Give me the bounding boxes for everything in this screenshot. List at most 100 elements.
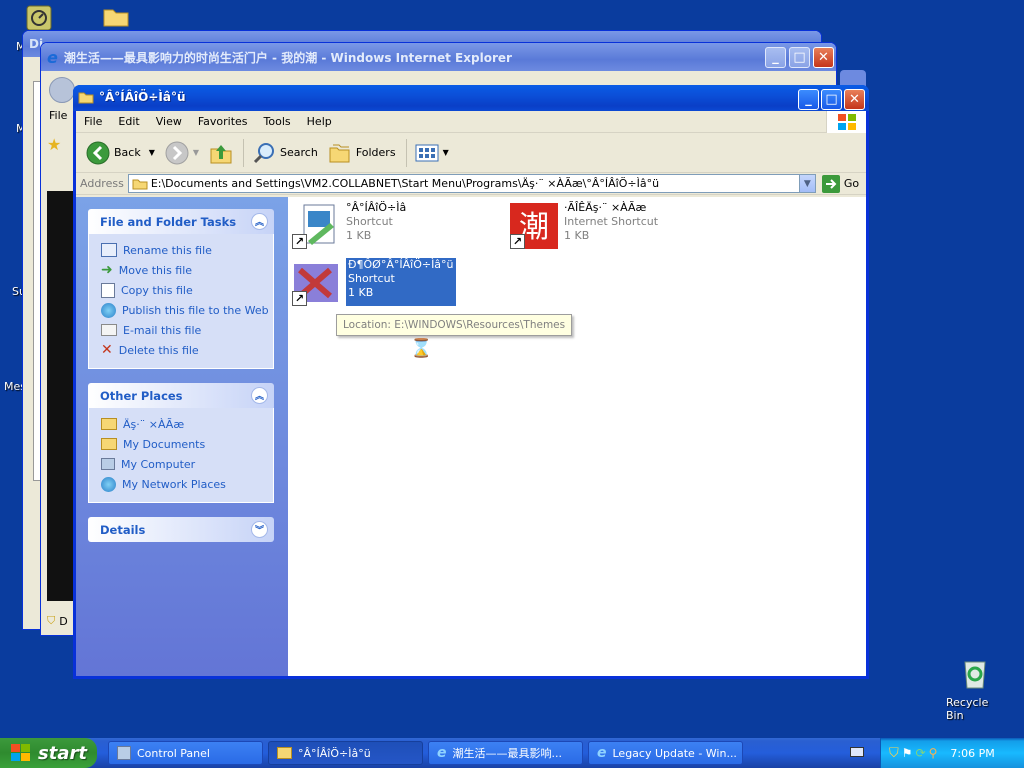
explorer-titlebar[interactable]: °Â°ÍÂîÖ÷Ìâ°ü _ □ ✕: [73, 85, 869, 111]
network-setup-icon: [26, 5, 52, 31]
explorer-body: File and Folder Tasks ︽ Rename this file…: [76, 197, 866, 676]
place-my-documents[interactable]: My Documents: [101, 434, 273, 454]
menu-file[interactable]: File: [76, 115, 110, 128]
keyboard-icon[interactable]: [850, 747, 864, 757]
security-shield-icon[interactable]: ⛉: [889, 746, 899, 761]
location-tooltip: Location: E:\WINDOWS\Resources\Themes: [336, 314, 573, 336]
menu-favorites[interactable]: Favorites: [190, 115, 256, 128]
task-move[interactable]: ➜ Move this file: [101, 260, 273, 280]
file-folder-tasks-header[interactable]: File and Folder Tasks ︽: [88, 209, 274, 234]
task-publish[interactable]: Publish this file to the Web: [101, 300, 273, 320]
control-panel-icon: [117, 746, 131, 760]
taskbar-button-legacy-update[interactable]: e Legacy Update - Win...: [588, 741, 743, 765]
up-folder-button[interactable]: [205, 139, 237, 167]
taskbar-button-control-panel[interactable]: Control Panel: [108, 741, 263, 765]
file-size: 1 KB: [348, 286, 374, 299]
email-icon: [101, 324, 117, 336]
rename-icon: [101, 243, 117, 257]
windows-flag-icon: [11, 744, 30, 761]
search-tray-icon[interactable]: ⚲: [929, 746, 938, 760]
address-dropdown-icon[interactable]: ▼: [798, 175, 815, 192]
forward-dropdown-icon[interactable]: ▼: [193, 148, 199, 157]
details-header[interactable]: Details ︾: [88, 517, 274, 542]
search-icon: [253, 142, 275, 163]
place-my-computer[interactable]: My Computer: [101, 454, 273, 474]
clock[interactable]: 7:06 PM: [950, 747, 994, 760]
search-button[interactable]: Search: [248, 139, 322, 167]
ie-minimize-button[interactable]: _: [765, 47, 786, 68]
file-item[interactable]: ↗ °Â°ÍÂîÖ÷Ìâ Shortcut 1 KB: [292, 201, 406, 249]
file-item[interactable]: 潮 ↗ ·ÃÎÊÄş·¨ ×ÀÃæ Internet Shortcut 1 KB: [510, 201, 658, 249]
other-places-panel: Other Places ︽ Äş·¨ ×ÀÃæ My Documents My…: [88, 383, 274, 503]
other-places-header[interactable]: Other Places ︽: [88, 383, 274, 408]
address-input[interactable]: E:\Documents and Settings\VM2.COLLABNET\…: [127, 174, 816, 193]
task-rename[interactable]: Rename this file: [101, 240, 273, 260]
ie-maximize-button[interactable]: □: [789, 47, 810, 68]
views-button[interactable]: ▼: [411, 141, 453, 165]
explorer-title: °Â°ÍÂîÖ÷Ìâ°ü: [99, 90, 186, 104]
shortcut-arrow-icon: ↗: [510, 234, 525, 249]
folders-button[interactable]: Folders: [324, 140, 400, 166]
task-email[interactable]: E-mail this file: [101, 320, 273, 340]
explorer-window[interactable]: °Â°ÍÂîÖ÷Ìâ°ü _ □ ✕ File Edit View Favori…: [73, 85, 869, 679]
taskbar-button-label: 潮生活——最具影响...: [452, 747, 563, 760]
menu-edit[interactable]: Edit: [110, 115, 147, 128]
folder-icon: [277, 747, 292, 759]
back-dropdown-icon[interactable]: ▼: [149, 148, 155, 157]
taskbar-button-explorer[interactable]: °Â°ÍÂîÖ÷Ìâ°ü: [268, 741, 423, 765]
update-icon[interactable]: ⟳: [916, 746, 926, 760]
menu-view[interactable]: View: [148, 115, 190, 128]
place-label: My Network Places: [122, 477, 226, 491]
network-icon[interactable]: ⚑: [902, 746, 913, 760]
desktop-folder-icon[interactable]: [102, 4, 130, 28]
file-text: °Â°ÍÂîÖ÷Ìâ Shortcut 1 KB: [346, 201, 406, 249]
toolbar-separator: [405, 138, 407, 167]
close-button[interactable]: ✕: [844, 89, 865, 110]
menu-help[interactable]: Help: [299, 115, 340, 128]
desktop-icon-top-left[interactable]: [25, 4, 53, 32]
folder-icon: [103, 9, 129, 27]
menu-tools[interactable]: Tools: [256, 115, 299, 128]
copy-icon: [101, 282, 115, 298]
task-delete[interactable]: ✕ Delete this file: [101, 340, 273, 360]
forward-button[interactable]: ▼: [161, 139, 203, 167]
place-parent-folder[interactable]: Äş·¨ ×ÀÃæ: [101, 414, 273, 434]
file-folder-tasks-panel: File and Folder Tasks ︽ Rename this file…: [88, 209, 274, 369]
place-label: My Computer: [121, 457, 196, 471]
maximize-button[interactable]: □: [821, 89, 842, 110]
taskbar-button-ie[interactable]: e 潮生活——最具影响...: [428, 741, 583, 765]
ie-status-stub: D: [59, 614, 68, 628]
back-button[interactable]: Back ▼: [82, 139, 159, 167]
views-dropdown-icon[interactable]: ▼: [443, 148, 449, 157]
file-size: 1 KB: [346, 229, 372, 242]
recycle-bin[interactable]: Recycle Bin: [946, 656, 1004, 722]
file-text: ·ÃÎÊÄş·¨ ×ÀÃæ Internet Shortcut 1 KB: [564, 201, 658, 249]
task-copy[interactable]: Copy this file: [101, 280, 273, 300]
file-text: Ð¶ÔØ°Â°ÍÂîÖ÷Ìâ°ü Shortcut 1 KB: [346, 258, 456, 306]
task-label: Publish this file to the Web: [122, 303, 269, 317]
folder-open-icon: [78, 92, 94, 104]
start-button[interactable]: start: [0, 738, 97, 768]
ie-menu-stub: File: [49, 109, 68, 122]
file-list[interactable]: ↗ °Â°ÍÂîÖ÷Ìâ Shortcut 1 KB 潮 ↗ ·ÃÎÊÄş·¨ …: [288, 197, 866, 676]
ie-close-button[interactable]: ✕: [813, 47, 834, 68]
minimize-button[interactable]: _: [798, 89, 819, 110]
ie-back-icon[interactable]: [49, 77, 75, 103]
other-places-title: Other Places: [100, 388, 183, 403]
ie-icon: e: [597, 745, 607, 761]
go-button[interactable]: Go: [821, 174, 859, 193]
collapse-icon[interactable]: ︽: [251, 387, 268, 404]
ie-icon: e: [47, 47, 58, 67]
go-arrow-icon: [821, 174, 840, 193]
details-panel: Details ︾: [88, 517, 274, 542]
task-label: Move this file: [118, 263, 193, 277]
file-item-selected[interactable]: ↗ Ð¶ÔØ°Â°ÍÂîÖ÷Ìâ°ü Shortcut 1 KB: [292, 258, 456, 306]
expand-icon[interactable]: ︾: [251, 521, 268, 538]
internet-shortcut-icon: 潮 ↗: [510, 201, 558, 249]
ie-status-bar: ⛉ D: [47, 611, 68, 631]
favorites-star-icon[interactable]: ★: [47, 135, 73, 154]
collapse-icon[interactable]: ︽: [251, 213, 268, 230]
background-window-edge: [840, 70, 866, 86]
folder-icon: [101, 418, 117, 430]
place-network[interactable]: My Network Places: [101, 474, 273, 494]
